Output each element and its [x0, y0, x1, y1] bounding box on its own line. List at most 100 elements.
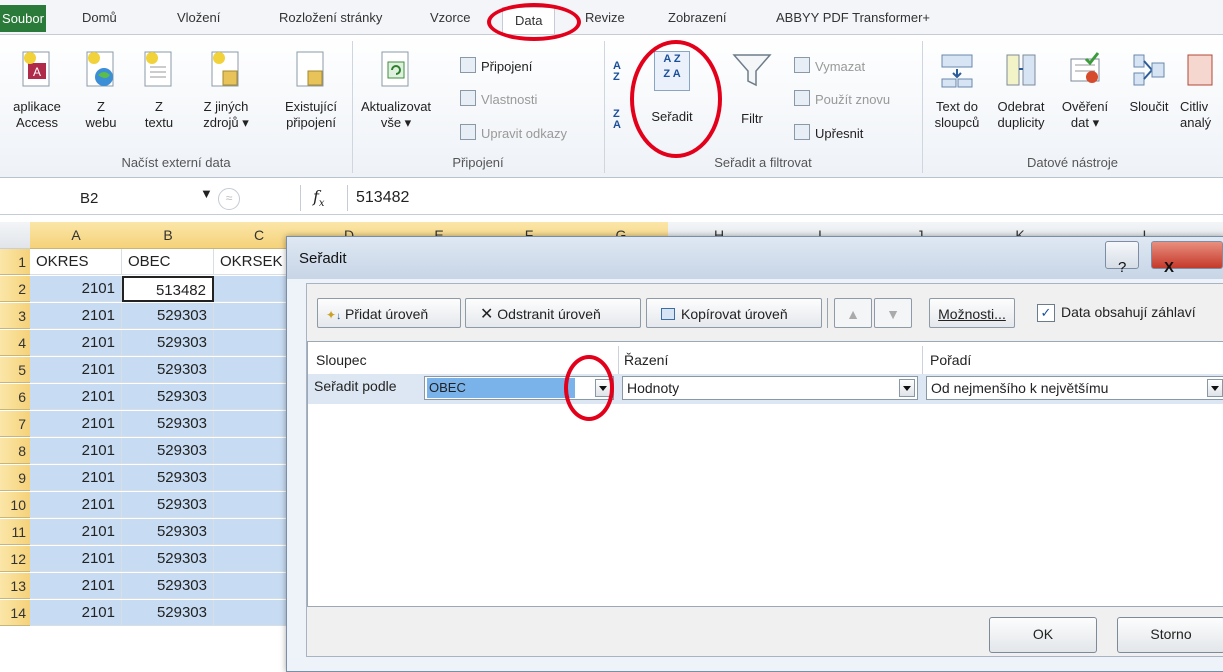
name-box[interactable]: B2 ▼	[35, 186, 225, 210]
filter-button[interactable]: Filtr	[724, 51, 780, 127]
chevron-down-icon[interactable]	[1207, 379, 1223, 397]
sort-ascending-icon[interactable]: AZ	[613, 61, 621, 83]
name-box-dropdown-icon[interactable]: ▼	[200, 186, 213, 201]
row-header[interactable]: 13	[0, 573, 30, 599]
from-text-button[interactable]: Z textu	[134, 51, 184, 131]
row-header[interactable]: 4	[0, 330, 30, 356]
table-cell[interactable]: 2101	[30, 357, 122, 383]
options-button[interactable]: Možnosti...	[929, 298, 1015, 328]
order-select[interactable]: Od nejmenšího k největšímu	[926, 376, 1223, 400]
table-cell[interactable]: 2101	[30, 330, 122, 356]
sort-on-select[interactable]: Hodnoty	[622, 376, 918, 400]
advanced-filter-button[interactable]: Upřesnit	[794, 124, 863, 141]
table-cell[interactable]: 529303	[122, 546, 214, 572]
table-cell[interactable]: 529303	[122, 330, 214, 356]
formula-cancel-icon[interactable]: ≈	[218, 188, 240, 210]
tab-soubor[interactable]: Soubor	[0, 5, 46, 32]
table-cell[interactable]: 529303	[122, 357, 214, 383]
cell-header-okres[interactable]: OKRES	[30, 249, 122, 275]
col-header-b[interactable]: B	[122, 222, 215, 249]
from-access-button[interactable]: A aplikace Access	[6, 51, 68, 131]
properties-button[interactable]: Vlastnosti	[460, 90, 537, 107]
move-up-button[interactable]: ▲	[834, 298, 872, 328]
row-header[interactable]: 7	[0, 411, 30, 437]
table-cell[interactable]: 529303	[122, 303, 214, 329]
connections-button[interactable]: Připojení	[460, 57, 532, 74]
insert-function-icon[interactable]: fx	[313, 187, 325, 209]
header-checkbox[interactable]: ✓	[1037, 304, 1055, 322]
existing-connections-button[interactable]: Existující připojení	[276, 51, 346, 131]
active-cell[interactable]: 513482	[122, 276, 214, 302]
row-header[interactable]: 12	[0, 546, 30, 572]
row-header[interactable]: 2	[0, 276, 30, 302]
data-validation-button[interactable]: Ověření dat ▾	[1056, 51, 1114, 131]
row-header[interactable]: 9	[0, 465, 30, 491]
chevron-down-icon[interactable]	[595, 379, 611, 397]
select-all-corner[interactable]	[0, 222, 31, 249]
reapply-button[interactable]: Použít znovu	[794, 90, 890, 107]
row-header[interactable]: 14	[0, 600, 30, 626]
clear-icon	[794, 57, 810, 73]
table-cell[interactable]: 529303	[122, 600, 214, 626]
ok-button[interactable]: OK	[989, 617, 1097, 653]
row-header[interactable]: 10	[0, 492, 30, 518]
sort-button[interactable]: A ZZ A Seřadit	[642, 51, 702, 125]
table-cell[interactable]: 529303	[122, 465, 214, 491]
col-header-a[interactable]: A	[30, 222, 123, 249]
table-cell[interactable]: 2101	[30, 573, 122, 599]
copy-level-button[interactable]: Kopírovat úroveň	[646, 298, 822, 328]
sort-column-select[interactable]: OBEC	[424, 376, 614, 400]
table-cell[interactable]: 2101	[30, 465, 122, 491]
sort-descending-icon[interactable]: ZA	[613, 109, 621, 131]
row-header[interactable]: 11	[0, 519, 30, 545]
tab-vlozeni[interactable]: Vložení	[177, 10, 220, 25]
row-header[interactable]: 5	[0, 357, 30, 383]
table-cell[interactable]: 529303	[122, 438, 214, 464]
formula-input[interactable]: 513482	[356, 189, 409, 207]
close-button[interactable]: X	[1151, 241, 1223, 276]
table-cell[interactable]: 529303	[122, 384, 214, 410]
add-level-button[interactable]: ✦↓ Přidat úroveň	[317, 298, 461, 328]
tab-domu[interactable]: Domů	[82, 10, 117, 25]
table-cell[interactable]: 2101	[30, 384, 122, 410]
table-cell[interactable]: 2101	[30, 411, 122, 437]
remove-duplicates-button[interactable]: Odebrat duplicity	[990, 51, 1052, 131]
tab-data[interactable]: Data	[502, 7, 556, 34]
move-down-button[interactable]: ▼	[874, 298, 912, 328]
tab-abbyy[interactable]: ABBYY PDF Transformer+	[776, 10, 930, 25]
text-to-columns-button[interactable]: Text do sloupců	[926, 51, 988, 131]
table-cell[interactable]: 2101	[30, 276, 122, 302]
from-web-button[interactable]: Z webu	[76, 51, 126, 131]
table-cell[interactable]: 529303	[122, 573, 214, 599]
consolidate-button[interactable]: Sloučit	[1122, 51, 1176, 115]
delete-level-button[interactable]: ✕ Odstranit úroveň	[465, 298, 641, 328]
refresh-all-button[interactable]: Aktualizovat vše ▾	[358, 51, 434, 131]
table-cell[interactable]: 2101	[30, 303, 122, 329]
table-cell[interactable]: 2101	[30, 546, 122, 572]
chevron-down-icon[interactable]	[899, 379, 915, 397]
row-header[interactable]: 8	[0, 438, 30, 464]
tab-revize[interactable]: Revize	[585, 10, 625, 25]
table-cell[interactable]: 2101	[30, 600, 122, 626]
table-cell[interactable]: 529303	[122, 519, 214, 545]
clear-filter-button[interactable]: Vymazat	[794, 57, 865, 74]
sort-az-icon: A ZZ A	[654, 51, 690, 91]
table-cell[interactable]: 2101	[30, 438, 122, 464]
from-other-sources-button[interactable]: Z jiných zdrojů ▾	[196, 51, 256, 131]
row-header[interactable]: 1	[0, 249, 30, 275]
table-cell[interactable]: 529303	[122, 411, 214, 437]
cancel-button[interactable]: Storno	[1117, 617, 1223, 653]
tab-vzorce[interactable]: Vzorce	[430, 10, 470, 25]
table-cell[interactable]: 2101	[30, 492, 122, 518]
table-cell[interactable]: 529303	[122, 492, 214, 518]
what-if-analysis-button[interactable]: Citliv analý	[1180, 51, 1223, 131]
table-cell[interactable]: 2101	[30, 519, 122, 545]
row-header[interactable]: 6	[0, 384, 30, 410]
row-header[interactable]: 3	[0, 303, 30, 329]
help-button[interactable]: ?	[1105, 241, 1139, 276]
web-icon	[76, 51, 126, 93]
tab-rozlozeni[interactable]: Rozložení stránky	[279, 10, 382, 25]
cell-header-obec[interactable]: OBEC	[122, 249, 214, 275]
tab-zobrazeni[interactable]: Zobrazení	[668, 10, 727, 25]
edit-links-button[interactable]: Upravit odkazy	[460, 124, 567, 141]
